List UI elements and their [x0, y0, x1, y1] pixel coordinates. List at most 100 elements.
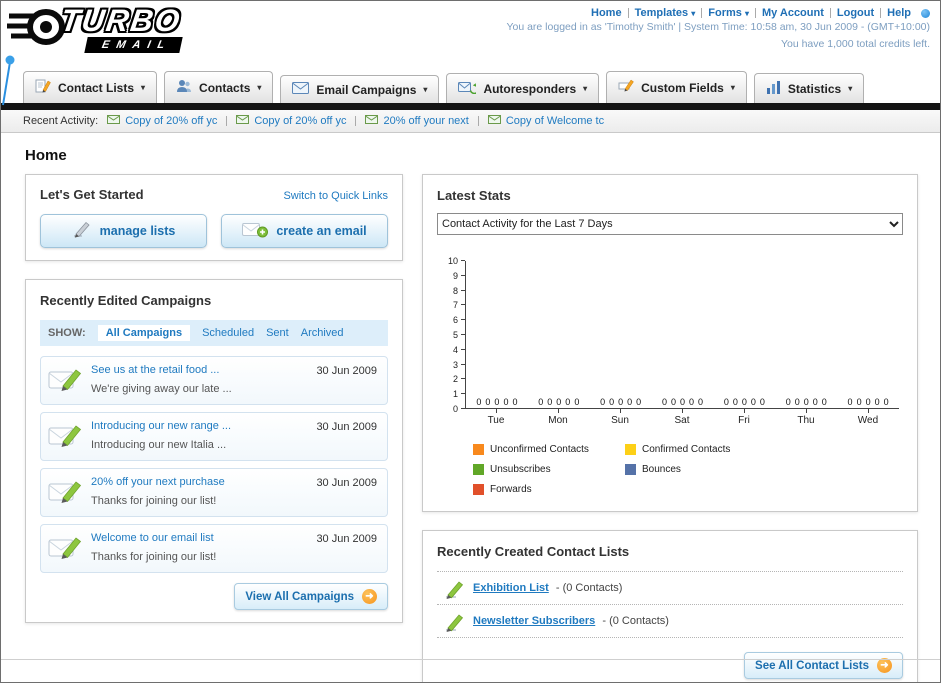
- chart-value-label: 0: [680, 397, 686, 407]
- campaign-row: Introducing our new range ... Introducin…: [40, 412, 388, 461]
- contact-list-link[interactable]: Exhibition List: [473, 582, 549, 594]
- chart-value-label: 0: [600, 397, 606, 407]
- latest-stats-panel: Latest Stats Contact Activity for the La…: [422, 174, 918, 512]
- create-email-button[interactable]: create an email: [221, 214, 388, 248]
- filter-tab-all-campaigns[interactable]: All Campaigns: [97, 325, 191, 341]
- chart-value-label: 0: [821, 397, 827, 407]
- legend-swatch: [625, 464, 636, 475]
- tab-email-campaigns[interactable]: Email Campaigns ▾: [280, 75, 440, 103]
- chart-value-label: 0: [856, 397, 862, 407]
- tab-autoresponders[interactable]: Autoresponders ▾: [446, 73, 600, 103]
- campaign-list: See us at the retail food ... We're givi…: [40, 356, 388, 573]
- y-tick-label: 10: [447, 256, 458, 266]
- campaign-title-link[interactable]: See us at the retail food ...: [91, 364, 301, 376]
- chart-value-label: 0: [883, 397, 889, 407]
- chart-value-label: 0: [750, 397, 756, 407]
- tab-contacts[interactable]: Contacts ▾: [164, 71, 274, 103]
- campaign-date: 30 Jun 2009: [316, 421, 377, 433]
- tab-custom-fields[interactable]: Custom Fields ▾: [606, 71, 747, 103]
- chart-value-labels: 00000: [775, 397, 837, 407]
- chart-value-label: 0: [670, 397, 676, 407]
- activity-link[interactable]: 20% off your next: [383, 115, 468, 127]
- x-axis-label: Sat: [651, 409, 713, 426]
- pencil-icon: [443, 612, 465, 637]
- top-nav-forms[interactable]: Forms ▾: [708, 7, 749, 19]
- chart-value-labels: 00000: [466, 397, 528, 407]
- activity-item: Copy of 20% off yc: [107, 115, 217, 127]
- campaign-title-link[interactable]: 20% off your next purchase: [91, 476, 301, 488]
- campaign-title-link[interactable]: Introducing our new range ...: [91, 420, 301, 432]
- x-axis-label-text: Fri: [738, 415, 750, 426]
- top-nav-forms-label: Forms: [708, 7, 742, 19]
- legend-swatch: [473, 444, 484, 455]
- x-axis-label-text: Mon: [548, 415, 568, 426]
- chart-groups: 00000000000000000000000000000000000: [466, 261, 899, 408]
- activity-link[interactable]: Copy of Welcome tc: [506, 115, 604, 127]
- login-status: You are logged in as 'Timothy Smith' | S…: [506, 21, 930, 33]
- see-all-contact-lists-button[interactable]: See All Contact Lists ➜: [744, 652, 903, 679]
- campaign-title-link[interactable]: Welcome to our email list: [91, 532, 301, 544]
- logo: TURBO EMAIL: [7, 3, 184, 63]
- page-title: Home: [25, 147, 67, 164]
- logo-title: TURBO: [58, 3, 184, 38]
- filter-tab-scheduled[interactable]: Scheduled: [202, 327, 254, 339]
- top-nav-home[interactable]: Home: [591, 7, 622, 19]
- x-axis-label-text: Sun: [611, 415, 629, 426]
- chart-bar-group: 00000: [466, 261, 528, 408]
- tab-contact-lists[interactable]: Contact Lists ▾: [23, 71, 158, 103]
- top-nav-my-account[interactable]: My Account: [762, 7, 824, 19]
- x-axis-label: Sun: [589, 409, 651, 426]
- tab-label: Email Campaigns: [316, 82, 417, 97]
- dropdown-arrow-icon: ▾: [744, 9, 749, 18]
- statistics-icon: [766, 80, 781, 97]
- chart-value-label: 0: [865, 397, 871, 407]
- create-email-label: create an email: [276, 224, 367, 238]
- x-axis-label-text: Tue: [487, 415, 505, 426]
- activity-item: Copy of 20% off yc: [236, 115, 346, 127]
- switch-quick-links-link[interactable]: Switch to Quick Links: [283, 190, 388, 202]
- decoration-line: [2, 55, 15, 106]
- chart-value-label: 0: [503, 397, 509, 407]
- manage-lists-button[interactable]: manage lists: [40, 214, 207, 248]
- filter-tab-sent[interactable]: Sent: [266, 327, 289, 339]
- recently-edited-campaigns-panel: Recently Edited Campaigns SHOW: All Camp…: [25, 279, 403, 623]
- autoresponder-icon: [458, 80, 480, 97]
- y-tick-label: 3: [452, 359, 458, 370]
- contact-list-row: Newsletter Subscribers - (0 Contacts): [437, 605, 903, 638]
- activity-link[interactable]: Copy of 20% off yc: [254, 115, 346, 127]
- recent-activity-bar: Recent Activity: Copy of 20% off yc Copy…: [1, 110, 940, 133]
- legend-swatch: [473, 484, 484, 495]
- view-all-campaigns-button[interactable]: View All Campaigns ➜: [234, 583, 388, 610]
- y-tick-label: 8: [452, 285, 458, 296]
- campaign-subtitle: Thanks for joining our list!: [91, 551, 217, 563]
- separator: [355, 116, 357, 126]
- email-icon: [107, 115, 121, 127]
- chart-y-axis: 0 1 2 3 4 5 6 7 8 9 10: [439, 256, 465, 414]
- chart-value-label: 0: [609, 397, 615, 407]
- new-email-icon: [242, 221, 269, 242]
- x-tick-mark: [619, 409, 621, 413]
- tab-label: Custom Fields: [641, 80, 724, 95]
- x-tick-mark: [743, 409, 745, 413]
- top-nav-help[interactable]: Help: [887, 7, 911, 19]
- legend-swatch: [625, 444, 636, 455]
- top-nav-logout[interactable]: Logout: [837, 7, 874, 19]
- campaign-date: 30 Jun 2009: [316, 477, 377, 489]
- stats-range-select[interactable]: Contact Activity for the Last 7 Days: [437, 213, 903, 235]
- contact-list-link[interactable]: Newsletter Subscribers: [473, 615, 595, 627]
- chart-value-label: 0: [803, 397, 809, 407]
- tab-statistics[interactable]: Statistics ▾: [753, 73, 865, 103]
- activity-link[interactable]: Copy of 20% off yc: [125, 115, 217, 127]
- filter-tab-archived[interactable]: Archived: [301, 327, 344, 339]
- get-started-title: Let's Get Started: [40, 187, 144, 202]
- email-icon: [365, 115, 379, 127]
- dropdown-arrow-icon: ▾: [730, 83, 735, 92]
- edit-email-icon: [48, 477, 84, 510]
- contact-list-detail: - (0 Contacts): [602, 615, 669, 627]
- chart-bar-group: 00000: [837, 261, 899, 408]
- activity-item: 20% off your next: [365, 115, 469, 127]
- separator: [701, 8, 703, 18]
- chart-value-label: 0: [794, 397, 800, 407]
- legend-label: Bounces: [642, 464, 681, 475]
- top-nav-templates[interactable]: Templates ▾: [635, 7, 696, 19]
